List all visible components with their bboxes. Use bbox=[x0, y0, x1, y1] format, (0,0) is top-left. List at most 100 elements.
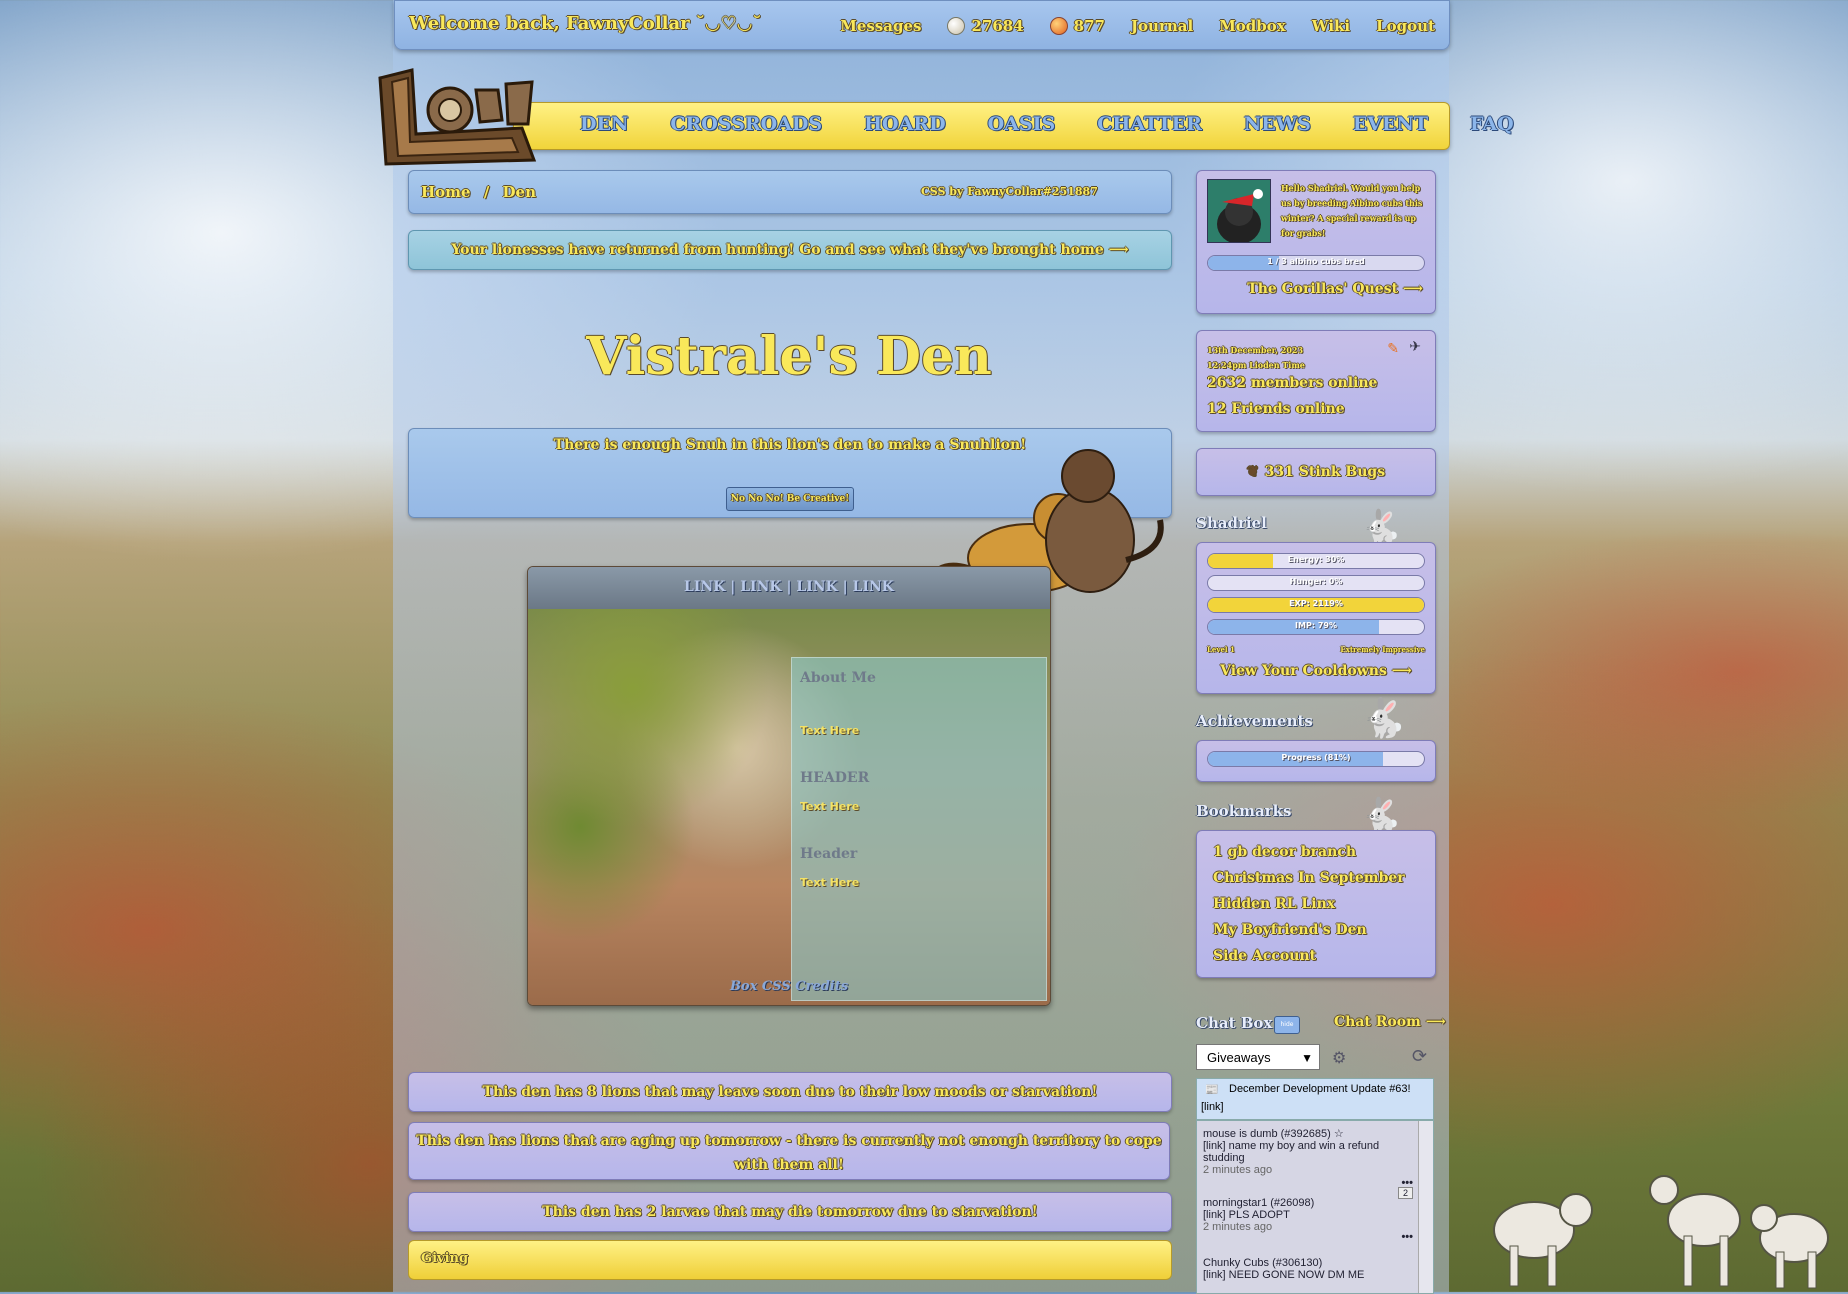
gem-icon bbox=[1049, 17, 1068, 35]
messages-link[interactable]: Messages bbox=[840, 17, 921, 35]
bookmark-item[interactable]: Hidden RL Linx bbox=[1213, 891, 1435, 917]
news-link[interactable]: [link] bbox=[1201, 1101, 1224, 1113]
achievements-progress-bar: Progress (81%) bbox=[1207, 751, 1425, 767]
quest-text: Hello Shadriel. Would you help us by bre… bbox=[1281, 183, 1423, 238]
feather-icon[interactable]: ✎ bbox=[1387, 341, 1399, 357]
nav-den[interactable]: DEN bbox=[580, 113, 628, 135]
nav-crossroads[interactable]: CROSSROADS bbox=[670, 113, 822, 135]
chat-scrollbar[interactable] bbox=[1418, 1121, 1433, 1293]
dropdown-arrow-icon: ▼ bbox=[1301, 1051, 1313, 1065]
friends-online[interactable]: 12 Friends online bbox=[1207, 401, 1345, 417]
members-online[interactable]: 2632 members online bbox=[1207, 375, 1377, 391]
chatbox-hide-button[interactable]: hide bbox=[1274, 1016, 1300, 1034]
chat-news-item[interactable]: 📰 December Development Update #63! [link… bbox=[1196, 1078, 1434, 1120]
chat-channel-select[interactable]: Giveaways ▼ bbox=[1196, 1044, 1320, 1070]
clock-text: 12:24pm Lioden Time bbox=[1207, 360, 1305, 370]
stink-bug-icon: ❦ bbox=[1246, 464, 1259, 480]
nav-chatter[interactable]: CHATTER bbox=[1097, 113, 1202, 135]
chat-messages[interactable]: mouse is dumb (#392685) ☆ [link] name my… bbox=[1196, 1120, 1434, 1294]
news-title[interactable]: December Development Update #63! bbox=[1229, 1083, 1411, 1095]
about-me-heading: About Me bbox=[800, 670, 876, 686]
about-heading-2: HEADER bbox=[800, 770, 870, 786]
about-text-2: Text Here bbox=[800, 800, 860, 813]
stink-bugs[interactable]: ❦ 331 Stink Bugs bbox=[1196, 448, 1436, 496]
breadcrumb-current[interactable]: Den bbox=[503, 183, 536, 201]
snuh-button[interactable]: No No No! Be Creative! bbox=[726, 487, 854, 511]
garden-path-image: About Me Text Here HEADER Text Here Head… bbox=[528, 609, 1050, 1005]
chat-text: [link] PLS ADOPT bbox=[1203, 1209, 1290, 1221]
gold-coin-icon bbox=[947, 17, 966, 35]
bookmark-item[interactable]: Side Account bbox=[1213, 943, 1435, 969]
about-panel: About Me Text Here HEADER Text Here Head… bbox=[791, 657, 1047, 1001]
site-logo[interactable] bbox=[372, 64, 544, 170]
chat-user[interactable]: morningstar1 (#26098) bbox=[1203, 1197, 1413, 1209]
chat-time: 2 minutes ago bbox=[1203, 1164, 1273, 1176]
nav-event[interactable]: EVENT bbox=[1353, 113, 1428, 135]
hunting-notice[interactable]: Your lionesses have returned from huntin… bbox=[408, 230, 1172, 270]
about-heading-3: Header bbox=[800, 846, 858, 862]
nav-faq[interactable]: FAQ bbox=[1470, 113, 1514, 135]
bookmark-item[interactable]: 1 gb decor branch bbox=[1213, 839, 1435, 865]
box-credit-link[interactable]: Box CSS Credits bbox=[528, 979, 1050, 994]
giving-section-header[interactable]: Giving bbox=[408, 1240, 1172, 1280]
box-header: LINK | LINK | LINK | LINK bbox=[528, 567, 1050, 609]
bookmarks-heading: Bookmarks bbox=[1196, 802, 1292, 820]
date-text: 13th December, 2023 bbox=[1207, 345, 1304, 355]
top-bar: Welcome back, FawnyCollar ˘◡♡◡˘ Messages… bbox=[394, 0, 1450, 50]
bookmark-item[interactable]: My Boyfriend's Den bbox=[1213, 917, 1435, 943]
giving-label: Giving bbox=[421, 1251, 469, 1266]
journal-link[interactable]: Journal bbox=[1131, 17, 1193, 35]
lambs-decoration bbox=[1493, 1175, 1829, 1289]
nav-hoard[interactable]: HOARD bbox=[864, 113, 946, 135]
breadcrumb-home[interactable]: Home bbox=[421, 183, 471, 201]
bookmark-item[interactable]: Christmas In September bbox=[1213, 865, 1435, 891]
news-icon: 📰 bbox=[1205, 1084, 1219, 1096]
chat-user[interactable]: Chunky Cubs (#306130) bbox=[1203, 1257, 1413, 1269]
refresh-icon[interactable]: ⟳ bbox=[1412, 1046, 1427, 1067]
stats-panel: Energy: 30% Hunger: 0% EXP: 2119% IMP: 7… bbox=[1196, 542, 1436, 694]
quest-link[interactable]: The Gorillas' Quest ⟶ bbox=[1247, 281, 1423, 297]
quest-panel: Hello Shadriel. Would you help us by bre… bbox=[1196, 170, 1436, 314]
breadcrumb-separator: / bbox=[483, 183, 490, 201]
achievements-panel: Progress (81%) bbox=[1196, 740, 1436, 782]
nav-news[interactable]: NEWS bbox=[1244, 113, 1311, 135]
quest-progress-bar: 1 / 3 albino cubs bred bbox=[1207, 255, 1425, 271]
box-links[interactable]: LINK | LINK | LINK | LINK bbox=[528, 579, 1050, 595]
chat-user[interactable]: mouse is dumb (#392685) ☆ bbox=[1203, 1127, 1413, 1140]
time-panel: 13th December, 2023 12:24pm Lioden Time … bbox=[1196, 330, 1436, 432]
chat-message: Chunky Cubs (#306130) [link] NEED GONE N… bbox=[1203, 1257, 1413, 1281]
chat-time: 2 minutes ago bbox=[1203, 1221, 1273, 1233]
chat-room-link[interactable]: Chat Room ⟶ bbox=[1334, 1014, 1446, 1030]
butterfly-icon[interactable]: ✈ bbox=[1409, 339, 1421, 355]
energy-bar: Energy: 30% bbox=[1207, 553, 1425, 569]
cooldowns-link[interactable]: View Your Cooldowns ⟶ bbox=[1197, 663, 1435, 679]
bookmarks-panel: 1 gb decor branch Christmas In September… bbox=[1196, 830, 1436, 978]
hare-icon: 🐇 bbox=[1360, 696, 1408, 740]
achievements-heading[interactable]: Achievements bbox=[1196, 712, 1313, 730]
warning-larvae: This den has 2 larvae that may die tomor… bbox=[408, 1192, 1172, 1232]
about-text-3: Text Here bbox=[800, 876, 860, 889]
quest-progress-label: 1 / 3 albino cubs bred bbox=[1267, 257, 1365, 266]
wiki-link[interactable]: Wiki bbox=[1312, 17, 1350, 35]
gold-count: 27684 bbox=[947, 17, 1024, 35]
exp-bar: EXP: 2119% bbox=[1207, 597, 1425, 613]
warning-aging: This den has lions that are aging up tom… bbox=[408, 1122, 1170, 1180]
more-icon[interactable]: ••• bbox=[1401, 1231, 1413, 1243]
warning-leaving: This den has 8 lions that may leave soon… bbox=[408, 1072, 1172, 1112]
nav-oasis[interactable]: OASIS bbox=[988, 113, 1056, 135]
gear-icon[interactable]: ⚙ bbox=[1332, 1048, 1346, 1067]
level-text: Level 1 bbox=[1207, 645, 1235, 654]
hunger-bar: Hunger: 0% bbox=[1207, 575, 1425, 591]
impressiveness-text: Extremely Impressive bbox=[1340, 645, 1425, 654]
logout-link[interactable]: Logout bbox=[1376, 17, 1435, 35]
imp-bar: IMP: 79% bbox=[1207, 619, 1425, 635]
chat-message: morningstar1 (#26098) [link] PLS ADOPT 2… bbox=[1203, 1187, 1413, 1243]
den-custom-box: LINK | LINK | LINK | LINK About Me Text … bbox=[527, 566, 1051, 1006]
css-credit[interactable]: CSS by FawnyCollar#251887 bbox=[921, 185, 1098, 198]
breadcrumb: Home / Den CSS by FawnyCollar#251887 bbox=[408, 170, 1172, 214]
modbox-link[interactable]: Modbox bbox=[1219, 17, 1286, 35]
chatbox-heading: Chat Box bbox=[1196, 1014, 1273, 1032]
lion-name-heading[interactable]: Shadriel bbox=[1196, 514, 1267, 532]
chat-text: [link] name my boy and win a refund stud… bbox=[1203, 1140, 1380, 1164]
about-text-1: Text Here bbox=[800, 724, 860, 737]
